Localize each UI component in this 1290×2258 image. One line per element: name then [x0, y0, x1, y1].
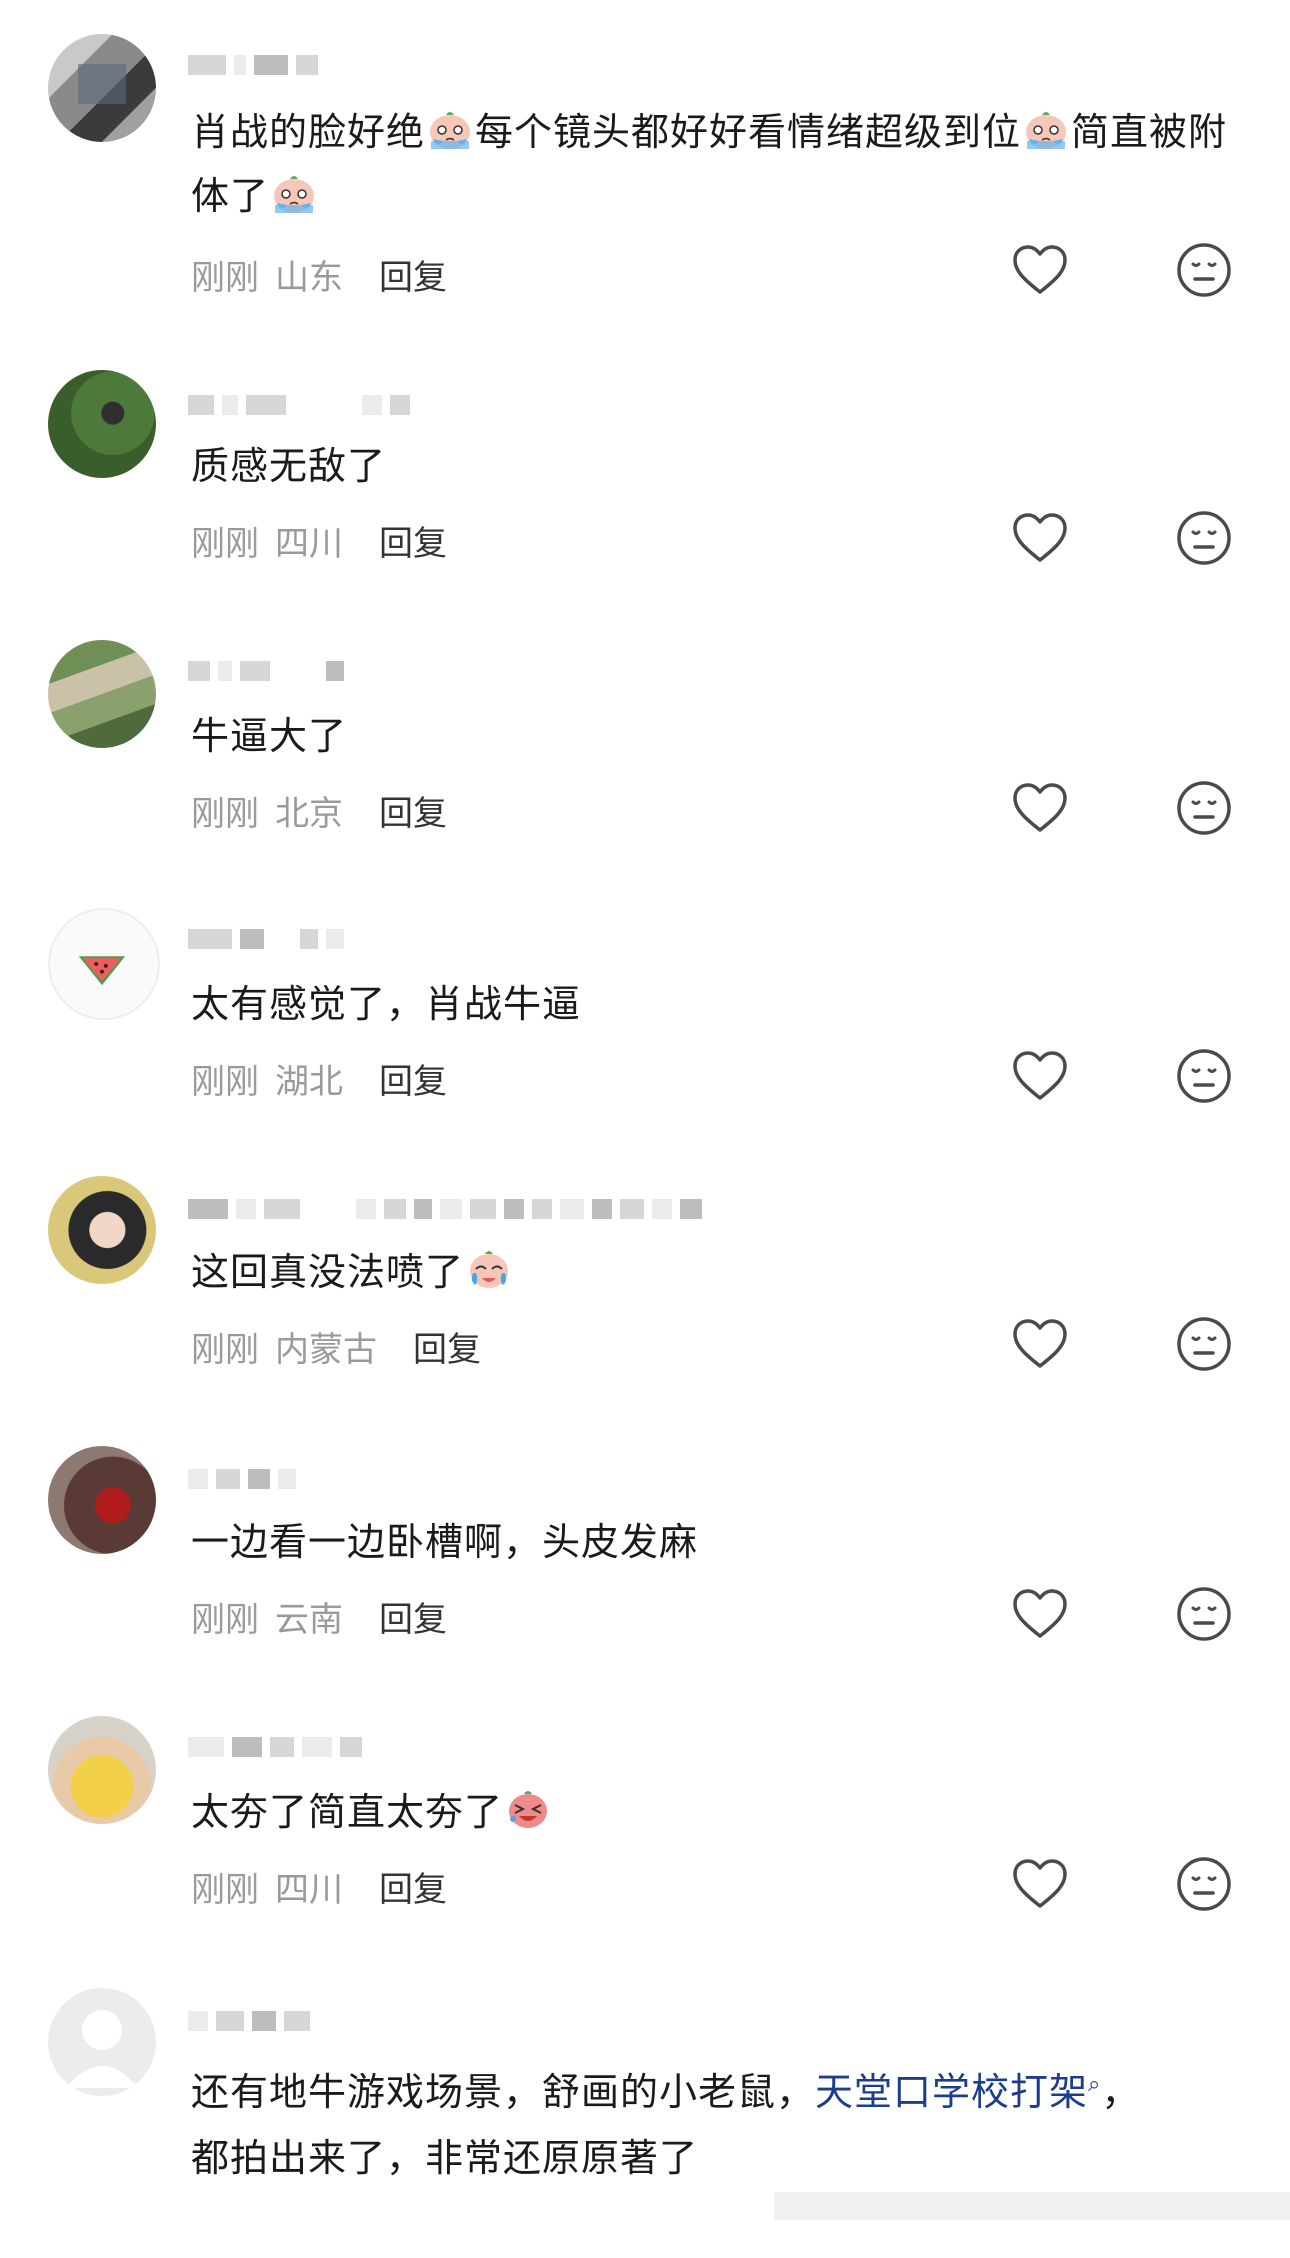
comment-time: 刚刚	[191, 1330, 259, 1370]
crying-emoji-icon	[427, 109, 473, 151]
comment-meta: 刚刚 北京 回复	[191, 786, 447, 835]
comment-time: 刚刚	[191, 258, 259, 298]
reply-button[interactable]: 回复	[379, 786, 447, 835]
comment-text: 太夯了简直太夯了	[191, 1780, 1251, 1844]
neutral-face-icon[interactable]	[1176, 1048, 1232, 1104]
comment-meta: 刚刚 内蒙古 回复	[191, 1322, 481, 1371]
avatar[interactable]	[48, 1176, 156, 1284]
avatar[interactable]	[48, 640, 156, 748]
comment-text: 一边看一边卧槽啊，头皮发麻	[191, 1520, 699, 1564]
reply-button[interactable]: 回复	[379, 1054, 447, 1103]
reply-button[interactable]: 回复	[379, 1592, 447, 1641]
comment-location: 北京	[275, 794, 343, 834]
comment-location: 云南	[275, 1600, 343, 1640]
username-masked[interactable]	[188, 926, 344, 952]
username-masked[interactable]	[188, 2008, 310, 2034]
comment-meta: 刚刚 山东 回复	[191, 250, 447, 299]
reply-button[interactable]: 回复	[379, 1862, 447, 1911]
heart-outline-icon[interactable]	[1012, 244, 1068, 296]
comment-item: 这回真没法喷了 刚刚 内蒙古 回复	[0, 1176, 1290, 1446]
comment-item: 太夯了简直太夯了 刚刚 四川 回复	[0, 1716, 1290, 1986]
comment-text: 牛逼大了	[191, 714, 348, 758]
avatar[interactable]	[48, 1716, 156, 1824]
comment-meta: 刚刚 湖北 回复	[191, 1054, 447, 1103]
comment-location: 山东	[275, 258, 343, 298]
comment-meta: 刚刚 云南 回复	[191, 1592, 447, 1641]
heart-outline-icon[interactable]	[1012, 512, 1068, 564]
comment-time: 刚刚	[191, 1600, 259, 1640]
comment-time: 刚刚	[191, 1870, 259, 1910]
comment-meta: 刚刚 四川 回复	[191, 516, 447, 565]
comment-text: 肖战的脸好绝 每个镜头都好好看情绪超级到位 简直被附体了	[191, 109, 1228, 218]
comment-item: 牛逼大了 刚刚 北京 回复	[0, 640, 1290, 910]
avatar[interactable]	[48, 1446, 156, 1554]
username-masked[interactable]	[188, 658, 344, 684]
avatar[interactable]	[48, 908, 160, 1020]
comment-meta: 刚刚 四川 回复	[191, 1862, 447, 1911]
comment-time: 刚刚	[191, 524, 259, 564]
tearful-emoji-icon	[466, 1249, 512, 1291]
comment-location: 内蒙古	[275, 1330, 377, 1370]
username-masked[interactable]	[188, 1466, 296, 1492]
crying-emoji-icon	[271, 173, 317, 215]
comment-text: 质感无敌了	[191, 444, 387, 488]
username-masked[interactable]	[188, 1734, 362, 1760]
search-icon: ⌕	[1088, 2072, 1102, 2097]
comment-location: 四川	[275, 524, 343, 564]
comment-text: 这回真没法喷了	[191, 1240, 1251, 1304]
reply-button[interactable]: 回复	[379, 516, 447, 565]
comment-location: 湖北	[275, 1062, 343, 1102]
laughing-emoji-icon	[505, 1789, 551, 1831]
comment-item: 质感无敌了 刚刚 四川 回复	[0, 370, 1290, 640]
comment-location: 四川	[275, 1870, 343, 1910]
avatar[interactable]	[48, 370, 156, 478]
comment-item: 肖战的脸好绝 每个镜头都好好看情绪超级到位 简直被附体了 刚刚 山东 回复	[0, 34, 1290, 304]
neutral-face-icon[interactable]	[1176, 1316, 1232, 1372]
crying-emoji-icon	[1023, 109, 1069, 151]
neutral-face-icon[interactable]	[1176, 242, 1232, 298]
comment-time: 刚刚	[191, 794, 259, 834]
neutral-face-icon[interactable]	[1176, 780, 1232, 836]
heart-outline-icon[interactable]	[1012, 1050, 1068, 1102]
reply-button[interactable]: 回复	[413, 1322, 481, 1371]
comment-time: 刚刚	[191, 1062, 259, 1102]
comment-item: 太有感觉了，肖战牛逼 刚刚 湖北 回复	[0, 908, 1290, 1178]
username-masked[interactable]	[188, 1196, 702, 1222]
heart-outline-icon[interactable]	[1012, 1588, 1068, 1640]
comment-text: 还有地牛游戏场景，舒画的小老鼠，天堂口学校打架⌕， 都拍出来了，非常还原原著了	[191, 2070, 1141, 2180]
reply-button[interactable]: 回复	[379, 250, 447, 299]
neutral-face-icon[interactable]	[1176, 1586, 1232, 1642]
neutral-face-icon[interactable]	[1176, 510, 1232, 566]
heart-outline-icon[interactable]	[1012, 1858, 1068, 1910]
heart-outline-icon[interactable]	[1012, 782, 1068, 834]
comment-text: 太有感觉了，肖战牛逼	[191, 982, 582, 1026]
username-masked[interactable]	[188, 392, 410, 418]
heart-outline-icon[interactable]	[1012, 1318, 1068, 1370]
neutral-face-icon[interactable]	[1176, 1856, 1232, 1912]
avatar[interactable]	[48, 1988, 156, 2096]
search-link[interactable]: 天堂口学校打架⌕	[815, 2070, 1101, 2114]
comment-item: 一边看一边卧槽啊，头皮发麻 刚刚 云南 回复	[0, 1446, 1290, 1716]
username-masked[interactable]	[188, 52, 318, 78]
bottom-divider	[0, 2192, 1290, 2220]
avatar[interactable]	[48, 34, 156, 142]
